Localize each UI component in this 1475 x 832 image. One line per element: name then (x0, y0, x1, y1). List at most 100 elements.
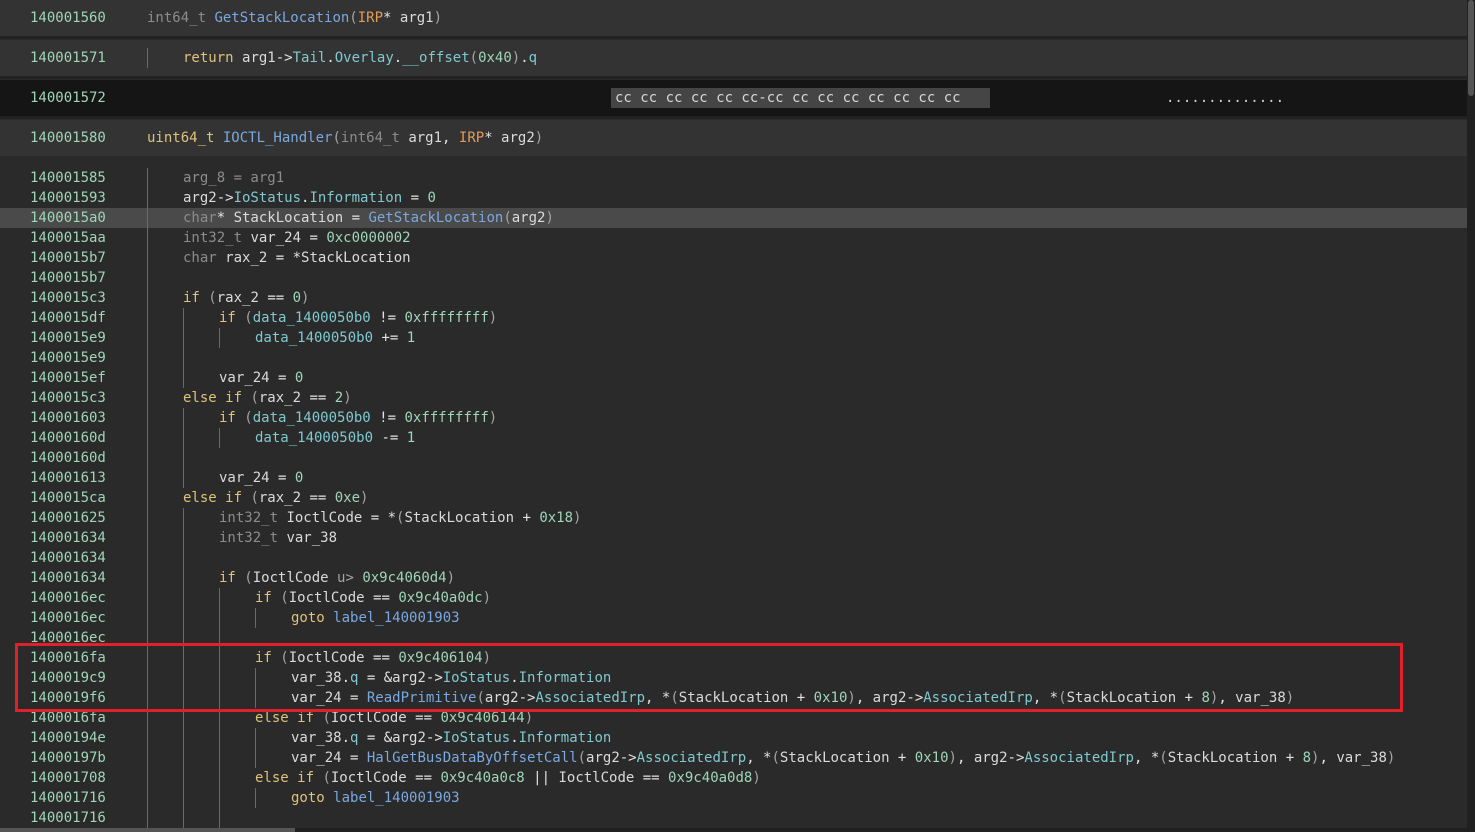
code-token[interactable]: * (383, 10, 400, 26)
code-token[interactable]: arg2 (873, 690, 907, 706)
code-token[interactable]: var_38 (286, 530, 337, 546)
code-token[interactable]: uint64_t (147, 130, 223, 146)
vertical-scrollbar[interactable] (1467, 0, 1475, 832)
code-token[interactable]: arg2 (974, 750, 1008, 766)
code-token[interactable]: -> (519, 690, 536, 706)
code-token[interactable]: StackLocation (780, 750, 890, 766)
code-token[interactable]: data_1400050b0 (255, 430, 373, 446)
code-token[interactable]: StackLocation (1067, 690, 1177, 706)
code-token[interactable]: ) (434, 10, 442, 26)
code-token[interactable]: . (520, 50, 528, 66)
code-token[interactable]: ) (489, 410, 497, 426)
code-token[interactable]: IoStatus (443, 730, 510, 746)
code-token[interactable]: arg2 (392, 730, 426, 746)
code-token[interactable]: Overlay (335, 50, 394, 66)
code-token[interactable]: arg2 (512, 210, 546, 226)
code-token[interactable]: char (183, 250, 225, 266)
code-token[interactable]: label_140001903 (333, 610, 459, 626)
code-token[interactable]: != (371, 310, 405, 326)
code-line[interactable]: 1400015c3 else if (rax_2 == 2) (0, 388, 1467, 408)
code-token[interactable]: , (1218, 690, 1235, 706)
code-token[interactable]: label_140001903 (333, 790, 459, 806)
code-line[interactable]: 1400019f6 var_24 = ReadPrimitive(arg2->As… (0, 688, 1467, 708)
code-token[interactable]: IoctlCode (331, 710, 407, 726)
code-token[interactable]: ( (771, 750, 779, 766)
code-token[interactable]: ) (447, 570, 455, 586)
code-token[interactable]: 1 (407, 330, 415, 346)
code-token[interactable]: . (342, 730, 350, 746)
code-token[interactable]: ) (360, 490, 368, 506)
code-token[interactable]: . (326, 50, 334, 66)
code-token[interactable]: 0 (427, 190, 435, 206)
code-line[interactable]: 140001716 (0, 808, 1467, 828)
code-token[interactable]: var_24 (250, 230, 301, 246)
code-token[interactable]: 0x18 (539, 510, 573, 526)
code-token[interactable]: + (1176, 690, 1201, 706)
code-token[interactable]: rax_2 (259, 390, 301, 406)
code-token[interactable]: var_24 (219, 470, 270, 486)
code-token[interactable]: StackLocation (404, 510, 514, 526)
function-header-ioctl-handler[interactable]: 140001580 uint64_t IOCTL_Handler(int64_t… (0, 120, 1467, 156)
code-token[interactable]: int64_t (341, 130, 408, 146)
code-token[interactable]: 0 (293, 290, 301, 306)
code-token[interactable]: else if (255, 770, 322, 786)
code-token[interactable]: Information (519, 670, 612, 686)
code-token[interactable]: = (301, 230, 326, 246)
code-line[interactable]: 1400015df if (data_1400050b0 != 0xfffffff… (0, 308, 1467, 328)
code-token[interactable]: ( (476, 690, 484, 706)
code-line[interactable]: 1400016ec goto label_140001903 (0, 608, 1467, 628)
code-token[interactable]: var_24 (291, 750, 342, 766)
code-token[interactable]: ) (847, 690, 855, 706)
function-header-getstacklocation[interactable]: 140001560 int64_t GetStackLocation(IRP* … (0, 0, 1467, 36)
code-token[interactable]: ( (244, 310, 252, 326)
code-token[interactable]: __offset (402, 50, 469, 66)
code-token[interactable]: Information (519, 730, 612, 746)
code-line[interactable]: 14000160d data_1400050b0 -= 1 (0, 428, 1467, 448)
code-token[interactable]: IoctlCode (253, 570, 329, 586)
code-token[interactable]: ) (525, 710, 533, 726)
code-token[interactable]: StackLocation (234, 210, 344, 226)
code-token[interactable]: + (1277, 750, 1302, 766)
code-token[interactable]: arg1 (408, 130, 442, 146)
code-token[interactable]: 2 (335, 390, 343, 406)
code-token[interactable]: ) (573, 510, 581, 526)
code-token[interactable]: int32_t (219, 510, 286, 526)
code-token[interactable]: arg1 (242, 50, 276, 66)
code-token[interactable]: , (957, 750, 974, 766)
code-token[interactable]: ( (670, 690, 678, 706)
code-token[interactable]: * (484, 130, 501, 146)
code-token[interactable]: 0x9c40a0c8 (440, 770, 524, 786)
code-line[interactable]: 1400015b7 (0, 268, 1467, 288)
code-line[interactable]: 1400015c3 if (rax_2 == 0) (0, 288, 1467, 308)
code-token[interactable]: ) (1387, 750, 1395, 766)
code-token[interactable]: GetStackLocation (214, 10, 349, 26)
code-token[interactable]: = * (267, 250, 301, 266)
code-line[interactable]: 14000197b var_24 = HalGetBusDataByOffsetC… (0, 748, 1467, 768)
code-line[interactable]: 140001603 if (data_1400050b0 != 0xfffffff… (0, 408, 1467, 428)
code-token[interactable]: 0x9c406104 (398, 650, 482, 666)
code-token[interactable]: -> (217, 190, 234, 206)
code-line[interactable]: 1400016fa else if (IoctlCode == 0x9c40614… (0, 708, 1467, 728)
code-token[interactable]: . (342, 670, 350, 686)
code-token[interactable]: arg2 (392, 670, 426, 686)
code-token[interactable]: IRP (459, 130, 484, 146)
code-token[interactable]: arg_8 = arg1 (183, 170, 284, 186)
code-token[interactable]: 0x10 (814, 690, 848, 706)
code-line[interactable]: 1400019c9 var_38.q = &arg2->IoStatus.Info… (0, 668, 1467, 688)
code-line[interactable]: 1400015aa int32_t var_24 = 0xc0000002 (0, 228, 1467, 248)
code-token[interactable]: int32_t (183, 230, 250, 246)
code-token[interactable]: = (342, 750, 367, 766)
code-token[interactable]: else if (255, 710, 322, 726)
code-line[interactable]: 140001634 (0, 548, 1467, 568)
code-block-return[interactable]: 140001571 return arg1->Tail.Overlay.__of… (0, 40, 1467, 76)
code-token[interactable]: var_38 (291, 670, 342, 686)
code-token[interactable]: * (217, 210, 234, 226)
code-token[interactable]: 0 (295, 470, 303, 486)
code-token[interactable]: IoctlCode (331, 770, 407, 786)
code-token[interactable]: arg2 (485, 690, 519, 706)
code-token[interactable]: . (394, 50, 402, 66)
code-token[interactable]: ) (483, 590, 491, 606)
code-token[interactable]: + (788, 690, 813, 706)
code-line[interactable]: 140001634 int32_t var_38 (0, 528, 1467, 548)
code-line[interactable]: 140001585 arg_8 = arg1 (0, 168, 1467, 188)
